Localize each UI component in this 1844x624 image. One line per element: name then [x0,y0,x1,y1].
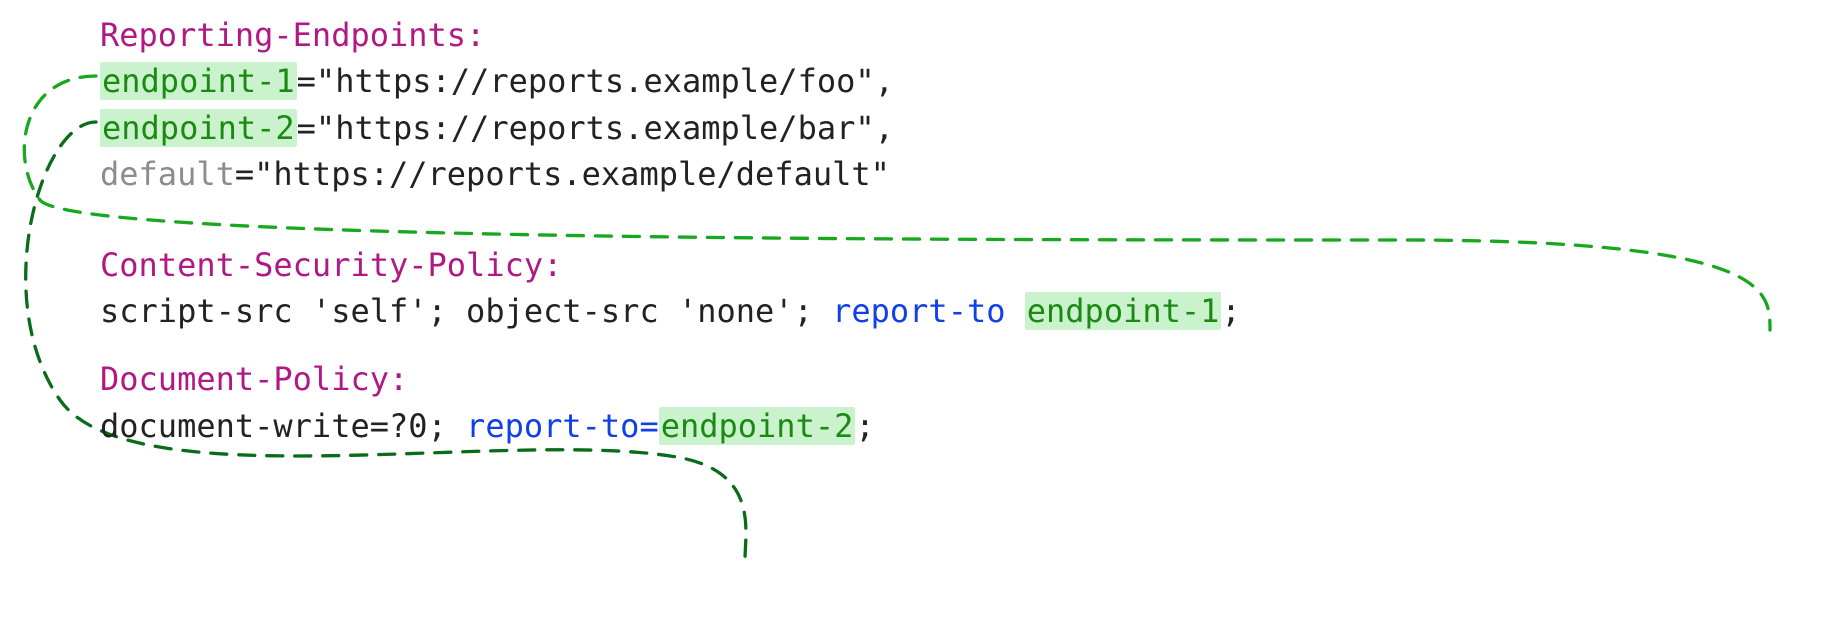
endpoint-2-url: "https://reports.example/bar" [316,109,875,147]
endpoint-2-line: endpoint-2="https://reports.example/bar"… [100,105,1241,151]
dp-trail: ; [855,407,874,445]
csp-header-line: Content-Security-Policy: [100,242,1241,288]
default-eq: = [235,155,254,193]
code-block: Reporting-Endpoints: endpoint-1="https:/… [100,12,1241,449]
dp-header-name: Document-Policy: [100,360,408,398]
blank-1 [100,198,1241,220]
endpoint-2-trail: , [875,109,894,147]
dp-target: endpoint-2 [659,407,856,445]
endpoint-2-eq: = [297,109,316,147]
default-key: default [100,155,235,193]
csp-trail: ; [1221,292,1240,330]
endpoint-1-trail: , [875,62,894,100]
csp-target: endpoint-1 [1025,292,1222,330]
reporting-header-line: Reporting-Endpoints: [100,12,1241,58]
csp-body-before: script-src 'self'; object-src 'none'; [100,292,832,330]
default-line: default="https://reports.example/default… [100,151,1241,197]
blank-1b [100,220,1241,242]
dp-report-to: report-to= [466,407,659,445]
dp-body-before: document-write=?0; [100,407,466,445]
blank-2 [100,334,1241,356]
dp-body-line: document-write=?0; report-to=endpoint-2; [100,403,1241,449]
csp-report-to: report-to [832,292,1005,330]
reporting-header-name: Reporting-Endpoints: [100,16,485,54]
endpoint-1-eq: = [297,62,316,100]
csp-header-name: Content-Security-Policy: [100,246,562,284]
endpoint-1-line: endpoint-1="https://reports.example/foo"… [100,58,1241,104]
csp-body-line: script-src 'self'; object-src 'none'; re… [100,288,1241,334]
csp-space [1005,292,1024,330]
endpoint-1-url: "https://reports.example/foo" [316,62,875,100]
default-url: "https://reports.example/default" [254,155,890,193]
endpoint-1-key: endpoint-1 [100,62,297,100]
endpoint-2-key: endpoint-2 [100,109,297,147]
dp-header-line: Document-Policy: [100,356,1241,402]
